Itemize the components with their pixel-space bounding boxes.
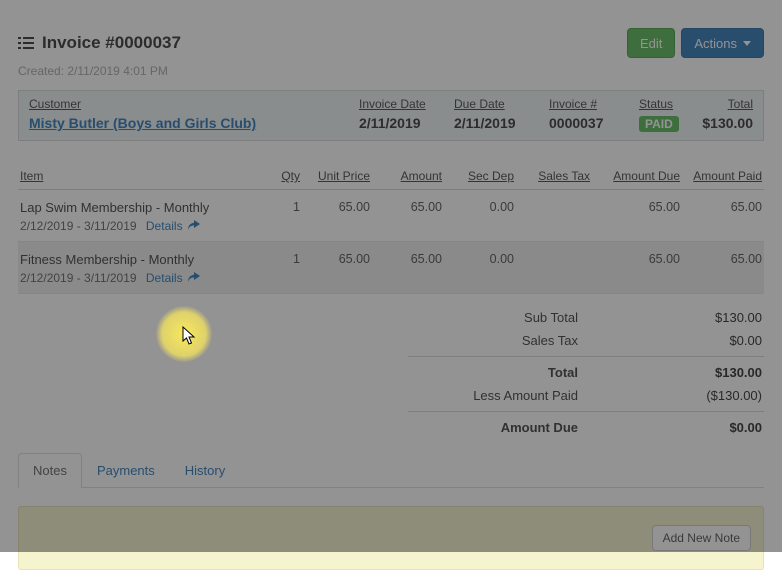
tab-notes[interactable]: Notes bbox=[18, 453, 82, 488]
col-sales-tax: Sales Tax bbox=[514, 169, 590, 183]
tab-payments[interactable]: Payments bbox=[82, 453, 170, 487]
less-paid-value: ($130.00) bbox=[602, 388, 762, 403]
item-amount: 65.00 bbox=[370, 200, 442, 214]
total-label: Total bbox=[410, 365, 602, 380]
invoice-summary-box: Customer Invoice Date Due Date Invoice #… bbox=[18, 90, 764, 141]
item-unit-price: 65.00 bbox=[300, 252, 370, 266]
header-invoice-no: Invoice # bbox=[549, 97, 639, 115]
item-sec-dep: 0.00 bbox=[442, 200, 514, 214]
created-timestamp: Created: 2/11/2019 4:01 PM bbox=[18, 64, 764, 78]
col-qty: Qty bbox=[260, 169, 300, 183]
tabs: Notes Payments History bbox=[18, 453, 764, 488]
table-row: Fitness Membership - Monthly 2/12/2019 -… bbox=[18, 242, 764, 294]
add-note-button[interactable]: Add New Note bbox=[652, 525, 751, 551]
header-customer: Customer bbox=[29, 97, 359, 115]
details-link[interactable]: Details bbox=[146, 271, 183, 285]
subtotal-label: Sub Total bbox=[410, 310, 602, 325]
col-sec-dep: Sec Dep bbox=[442, 169, 514, 183]
salestax-value: $0.00 bbox=[602, 333, 762, 348]
item-qty: 1 bbox=[260, 252, 300, 266]
customer-link[interactable]: Misty Butler (Boys and Girls Club) bbox=[29, 115, 256, 131]
details-link[interactable]: Details bbox=[146, 219, 183, 233]
header-invoice-date: Invoice Date bbox=[359, 97, 454, 115]
item-amount-paid: 65.00 bbox=[680, 252, 762, 266]
salestax-label: Sales Tax bbox=[410, 333, 602, 348]
item-period: 2/12/2019 - 3/11/2019 bbox=[20, 271, 137, 285]
col-item: Item bbox=[20, 169, 260, 183]
tab-history[interactable]: History bbox=[170, 453, 240, 487]
share-icon[interactable] bbox=[188, 271, 200, 281]
actions-dropdown-button[interactable]: Actions bbox=[681, 28, 764, 58]
item-amount-paid: 65.00 bbox=[680, 200, 762, 214]
item-amount-due: 65.00 bbox=[590, 200, 680, 214]
item-amount: 65.00 bbox=[370, 252, 442, 266]
col-amount-paid: Amount Paid bbox=[680, 169, 762, 183]
total-value: $130.00 bbox=[602, 365, 762, 380]
item-sec-dep: 0.00 bbox=[442, 252, 514, 266]
col-unit-price: Unit Price bbox=[300, 169, 370, 183]
col-amount-due: Amount Due bbox=[590, 169, 680, 183]
notes-panel: Add New Note bbox=[18, 506, 764, 570]
item-qty: 1 bbox=[260, 200, 300, 214]
less-paid-label: Less Amount Paid bbox=[410, 388, 602, 403]
item-name: Lap Swim Membership - Monthly bbox=[20, 200, 260, 215]
item-name: Fitness Membership - Monthly bbox=[20, 252, 260, 267]
amount-due-label: Amount Due bbox=[410, 420, 602, 435]
page-title: Invoice #0000037 bbox=[42, 33, 181, 53]
list-icon bbox=[18, 36, 34, 50]
caret-down-icon bbox=[743, 41, 751, 46]
amount-due-value: $0.00 bbox=[602, 420, 762, 435]
value-invoice-date: 2/11/2019 bbox=[359, 115, 454, 132]
value-due-date: 2/11/2019 bbox=[454, 115, 549, 132]
edit-button[interactable]: Edit bbox=[627, 28, 675, 58]
item-unit-price: 65.00 bbox=[300, 200, 370, 214]
header-due-date: Due Date bbox=[454, 97, 549, 115]
actions-label: Actions bbox=[694, 36, 737, 51]
col-amount: Amount bbox=[370, 169, 442, 183]
status-badge: PAID bbox=[639, 116, 679, 132]
value-total: $130.00 bbox=[699, 115, 753, 132]
value-invoice-no: 0000037 bbox=[549, 115, 639, 132]
item-amount-due: 65.00 bbox=[590, 252, 680, 266]
table-row: Lap Swim Membership - Monthly 2/12/2019 … bbox=[18, 190, 764, 242]
share-icon[interactable] bbox=[188, 219, 200, 229]
header-status: Status bbox=[639, 97, 699, 115]
subtotal-value: $130.00 bbox=[602, 310, 762, 325]
item-period: 2/12/2019 - 3/11/2019 bbox=[20, 219, 137, 233]
header-total: Total bbox=[699, 97, 753, 115]
items-header-row: Item Qty Unit Price Amount Sec Dep Sales… bbox=[18, 163, 764, 190]
